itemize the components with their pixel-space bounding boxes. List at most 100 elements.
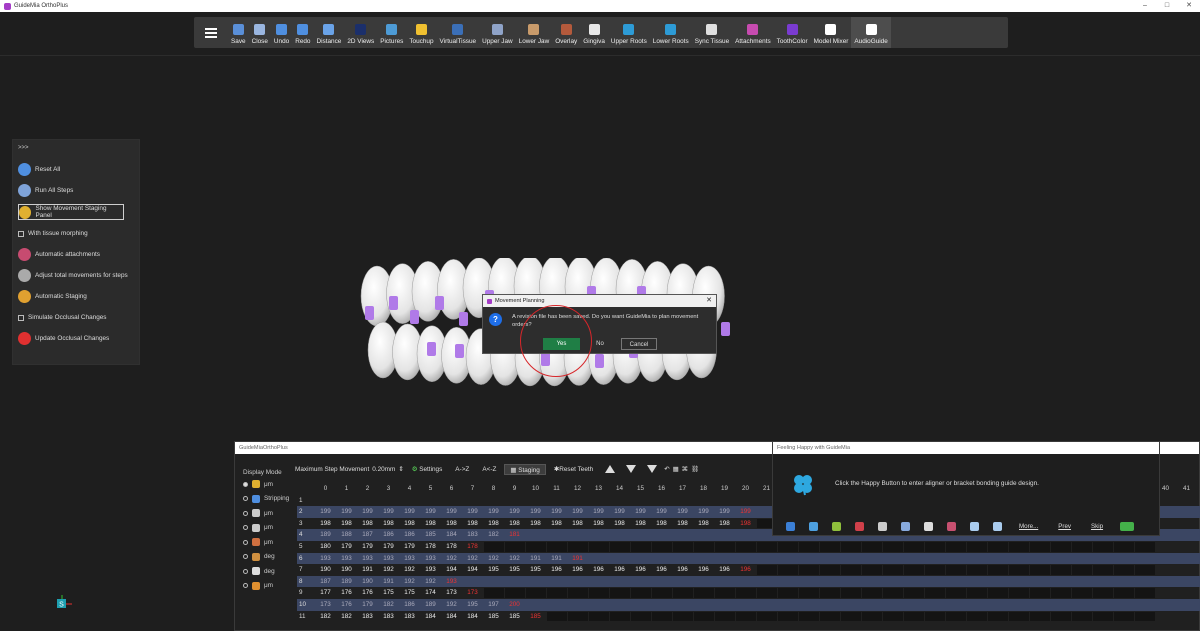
grid-cell[interactable]: 198 xyxy=(567,518,588,530)
grid-cell-empty[interactable] xyxy=(756,565,777,575)
grid-cell[interactable]: 198 xyxy=(315,518,336,530)
grid-cell[interactable]: 199 xyxy=(525,506,546,518)
prev-link[interactable]: Prev xyxy=(1058,523,1071,530)
more-link[interactable]: More... xyxy=(1019,523,1038,530)
grid-column-header[interactable]: 6 xyxy=(441,483,462,495)
grid-cell[interactable]: 196 xyxy=(546,564,567,576)
toolbar-close-button[interactable]: Close xyxy=(249,17,271,48)
grid-cell[interactable]: 179 xyxy=(378,541,399,553)
grid-cell-empty[interactable] xyxy=(1092,588,1113,598)
grid-cell[interactable]: 197 xyxy=(483,599,504,611)
grid-cell[interactable]: 192 xyxy=(441,599,462,611)
grid-cell-empty[interactable] xyxy=(609,611,630,622)
grid-cell-empty[interactable] xyxy=(1050,588,1071,598)
grid-cell[interactable]: 180 xyxy=(315,541,336,553)
display-mode-option[interactable]: μm xyxy=(243,581,273,590)
grid-cell[interactable]: 192 xyxy=(420,576,441,588)
grid-cell-empty[interactable] xyxy=(966,588,987,598)
grid-cell-empty[interactable] xyxy=(588,588,609,598)
grid-cell-empty[interactable] xyxy=(1071,542,1092,552)
grid-cell-empty[interactable] xyxy=(651,542,672,552)
grid-cell-empty[interactable] xyxy=(630,611,651,622)
grid-cell-empty[interactable] xyxy=(693,588,714,598)
grid-cell[interactable]: 187 xyxy=(357,529,378,541)
grid-cell-empty[interactable] xyxy=(924,611,945,622)
undo-step-icon[interactable]: ↶ xyxy=(664,465,669,473)
grid-cell[interactable]: 193 xyxy=(378,553,399,565)
grid-cell-empty[interactable] xyxy=(735,611,756,622)
split-icon[interactable]: ⌘ xyxy=(682,465,688,473)
grid-cell[interactable]: 199 xyxy=(399,506,420,518)
grid-cell[interactable]: 183 xyxy=(357,611,378,623)
toolbar-2d-views-button[interactable]: 2D Views xyxy=(344,17,377,48)
grid-cell-final[interactable]: 193 xyxy=(441,576,462,588)
grid-cell-empty[interactable] xyxy=(1092,611,1113,622)
attachment-marker[interactable] xyxy=(410,310,419,324)
grid-cell-empty[interactable] xyxy=(819,588,840,598)
grid-cell-empty[interactable] xyxy=(1113,542,1134,552)
grid-cell[interactable]: 198 xyxy=(609,518,630,530)
bracket-icon[interactable] xyxy=(947,522,956,531)
grid-cell[interactable]: 193 xyxy=(420,553,441,565)
grid-column-header[interactable]: 2 xyxy=(357,483,378,495)
grid-column-header[interactable]: 7 xyxy=(462,483,483,495)
grid-cell-empty[interactable] xyxy=(1008,565,1029,575)
grid-cell[interactable]: 196 xyxy=(630,564,651,576)
grid-cell-final[interactable]: 181 xyxy=(504,529,525,541)
sort-az-button[interactable]: A->Z xyxy=(450,464,474,475)
grid-cell-empty[interactable] xyxy=(1029,542,1050,552)
grid-cell-empty[interactable] xyxy=(798,565,819,575)
grid-cell-final[interactable]: 200 xyxy=(504,599,525,611)
grid-cell[interactable]: 199 xyxy=(588,506,609,518)
grid-cell[interactable]: 175 xyxy=(399,587,420,599)
grid-column-header[interactable]: 9 xyxy=(504,483,525,495)
display-mode-option[interactable]: deg xyxy=(243,552,275,561)
grid-cell[interactable]: 188 xyxy=(336,529,357,541)
grid-cell-empty[interactable] xyxy=(882,588,903,598)
radio-button[interactable] xyxy=(243,510,248,516)
grid-cell-empty[interactable] xyxy=(714,542,735,552)
grid-cell-empty[interactable] xyxy=(693,542,714,552)
grid-cell[interactable]: 173 xyxy=(315,599,336,611)
grid-cell-final[interactable]: 185 xyxy=(525,611,546,623)
grid-cell[interactable]: 187 xyxy=(315,576,336,588)
grid-cell[interactable]: 183 xyxy=(462,529,483,541)
tooth-icon[interactable] xyxy=(878,522,887,531)
grid-cell[interactable]: 194 xyxy=(462,564,483,576)
grid-cell-empty[interactable] xyxy=(945,588,966,598)
grid-cell-empty[interactable] xyxy=(756,588,777,598)
toolbar-lower-jaw-button[interactable]: Lower Jaw xyxy=(516,17,553,48)
grid-cell-empty[interactable] xyxy=(714,588,735,598)
grid-cell-empty[interactable] xyxy=(1071,565,1092,575)
grid-cell[interactable]: 193 xyxy=(420,564,441,576)
grid-cell-empty[interactable] xyxy=(651,588,672,598)
grid-view-icon[interactable]: ▦ xyxy=(673,465,679,473)
grid-cell[interactable]: 192 xyxy=(399,564,420,576)
display-mode-option[interactable]: μm xyxy=(243,509,273,517)
grid-cell[interactable]: 192 xyxy=(483,553,504,565)
grid-cell[interactable]: 198 xyxy=(441,518,462,530)
grid-cell-empty[interactable] xyxy=(567,542,588,552)
grid-cell-empty[interactable] xyxy=(1050,611,1071,622)
grid-cell-empty[interactable] xyxy=(945,542,966,552)
grid-cell-empty[interactable] xyxy=(756,611,777,622)
zoom-tooth-icon[interactable] xyxy=(901,522,910,531)
grid-cell[interactable]: 198 xyxy=(588,518,609,530)
grid-cell-empty[interactable] xyxy=(1008,542,1029,552)
grid-cell-empty[interactable] xyxy=(1050,565,1071,575)
grid-cell-empty[interactable] xyxy=(1134,611,1155,622)
grid-cell[interactable]: 183 xyxy=(378,611,399,623)
grid-cell[interactable]: 198 xyxy=(336,518,357,530)
toolbar-pictures-button[interactable]: Pictures xyxy=(377,17,406,48)
grid-cell-empty[interactable] xyxy=(525,542,546,552)
display-mode-option[interactable]: μm xyxy=(243,523,273,532)
grid-cell[interactable]: 184 xyxy=(441,611,462,623)
grid-cell-empty[interactable] xyxy=(735,542,756,552)
move-bottom-icon[interactable] xyxy=(647,465,658,473)
grid-cell-empty[interactable] xyxy=(966,565,987,575)
grid-cell[interactable]: 193 xyxy=(399,553,420,565)
grid-cell-empty[interactable] xyxy=(525,588,546,598)
grid-column-header[interactable]: 12 xyxy=(567,483,588,495)
grid-cell[interactable]: 178 xyxy=(420,541,441,553)
grid-cell-empty[interactable] xyxy=(987,565,1008,575)
